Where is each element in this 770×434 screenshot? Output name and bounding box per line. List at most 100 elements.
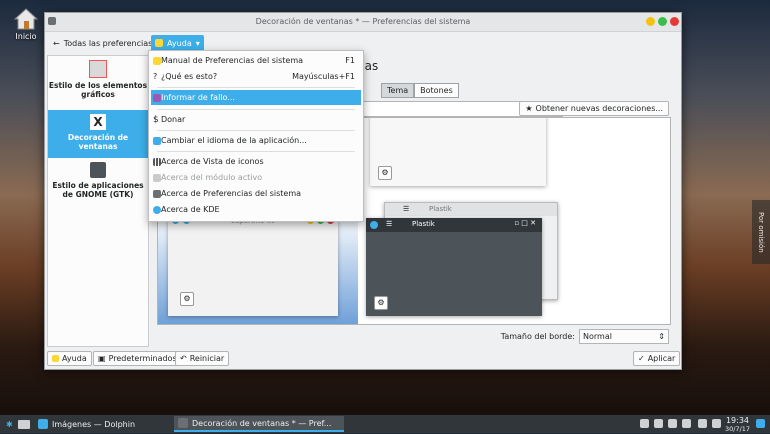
back-button[interactable]: ← Todas las preferencias bbox=[49, 35, 156, 51]
preview-titlebar: ☰ Plastik bbox=[385, 203, 557, 216]
tray-expand-icon[interactable] bbox=[712, 419, 721, 428]
tab-bar: Tema Botones bbox=[381, 83, 459, 98]
document-icon: ▣ bbox=[98, 354, 106, 363]
tab-theme[interactable]: Tema bbox=[381, 83, 415, 98]
settings-app-icon bbox=[153, 189, 161, 198]
menu-item-label: Acerca de KDE bbox=[161, 205, 220, 214]
grid-icon bbox=[153, 157, 161, 166]
help-menu-button[interactable]: Ayuda ▾ bbox=[151, 35, 204, 51]
preview-plastik[interactable]: ☰ Plastik ▫ □ ✕ ⚙ bbox=[366, 218, 542, 316]
menu-shortcut: F1 bbox=[345, 56, 355, 65]
module-icon bbox=[153, 173, 161, 182]
arrow-left-icon: ← bbox=[53, 38, 60, 48]
sidebar-item-label: Estilo de los elementos gráficos bbox=[48, 81, 148, 99]
menu-item-report-bug[interactable]: Informar de fallo... bbox=[151, 90, 361, 105]
clock-time: 19:34 bbox=[725, 416, 749, 425]
home-icon-label: Inicio bbox=[15, 32, 37, 41]
menu-item-label: ¿Qué es esto? bbox=[161, 72, 218, 81]
kde-launcher-icon: ✱ bbox=[6, 419, 13, 429]
reset-button[interactable]: ↶ Reiniciar bbox=[175, 351, 230, 366]
task-label: Imágenes — Dolphin bbox=[52, 419, 136, 429]
menu-item-label: Manual de Preferencias del sistema bbox=[161, 56, 304, 65]
menu-item-label: Acerca de Preferencias del sistema bbox=[161, 189, 302, 198]
menu-item-manual[interactable]: Manual de Preferencias del sistema F1 bbox=[151, 53, 361, 68]
home-icon bbox=[14, 8, 38, 30]
clock[interactable]: 19:34 30/7/17 bbox=[725, 416, 750, 434]
bug-icon bbox=[153, 93, 161, 102]
close-button[interactable] bbox=[670, 17, 679, 26]
home-desktop-icon[interactable]: Inicio bbox=[8, 8, 44, 41]
defaults-label: Predeterminados bbox=[108, 354, 177, 363]
bluetooth-icon[interactable] bbox=[640, 419, 649, 428]
lightbulb-icon bbox=[153, 56, 161, 65]
gear-icon[interactable]: ⚙ bbox=[180, 292, 194, 306]
preview-top[interactable]: ⚙ bbox=[370, 118, 546, 186]
task-system-settings[interactable]: Decoración de ventanas * — Pref... bbox=[174, 416, 344, 432]
tab-buttons[interactable]: Botones bbox=[414, 83, 459, 98]
sidebar-item-gtk[interactable]: Estilo de aplicaciones de GNOME (GTK) bbox=[48, 158, 148, 206]
side-panel-tab[interactable]: Por omisión bbox=[752, 200, 770, 264]
border-size-value: Normal bbox=[583, 332, 612, 341]
sidebar-item-label: Decoración de ventanas bbox=[67, 133, 129, 151]
menu-item-donate[interactable]: $ Donar bbox=[151, 112, 361, 127]
preview-titlebar: ☰ Plastik ▫ □ ✕ bbox=[366, 218, 542, 232]
reset-label: Reiniciar bbox=[189, 354, 225, 363]
menu-item-about-system-settings[interactable]: Acerca de Preferencias del sistema bbox=[151, 186, 361, 201]
language-icon bbox=[153, 136, 161, 145]
get-new-decorations-button[interactable]: ★ Obtener nuevas decoraciones... bbox=[519, 101, 669, 116]
button-bar: Ayuda ▣ Predeterminados ↶ Reiniciar ✓ Ap… bbox=[45, 347, 681, 369]
menu-item-whats-this[interactable]: ? ¿Qué es esto? Mayúsculas+F1 bbox=[151, 69, 361, 84]
border-size-label: Tamaño del borde: bbox=[500, 332, 575, 341]
help-dropdown-menu: Manual de Preferencias del sistema F1 ? … bbox=[148, 50, 364, 222]
menu-item-switch-language[interactable]: Cambiar el idioma de la aplicación... bbox=[151, 133, 361, 148]
help-button[interactable]: Ayuda bbox=[47, 351, 92, 366]
border-size-combo[interactable]: Normal ⇕ bbox=[579, 329, 669, 344]
lightbulb-icon bbox=[155, 39, 163, 47]
widget-style-icon bbox=[89, 60, 107, 78]
back-label: Todas las preferencias bbox=[63, 38, 153, 48]
minimize-button[interactable] bbox=[646, 17, 655, 26]
sidebar-item-window-decoration[interactable]: X Decoración de ventanas bbox=[48, 110, 148, 158]
kde-icon bbox=[153, 205, 161, 214]
dolphin-icon bbox=[38, 419, 48, 429]
app-icon: ☰ bbox=[403, 205, 410, 213]
menu-shortcut: Mayúsculas+F1 bbox=[292, 72, 355, 81]
wifi-icon[interactable] bbox=[654, 419, 663, 428]
question-icon: ? bbox=[153, 71, 158, 81]
task-dolphin[interactable]: Imágenes — Dolphin bbox=[34, 416, 178, 432]
menu-item-label: Cambiar el idioma de la aplicación... bbox=[161, 136, 307, 145]
preview-name: Plastik bbox=[429, 205, 452, 213]
menu-separator bbox=[157, 87, 355, 88]
menu-item-about-active-module: Acerca del módulo activo bbox=[151, 170, 361, 185]
desktop-icon bbox=[18, 419, 30, 429]
check-icon: ✓ bbox=[638, 354, 645, 363]
maximize-button[interactable] bbox=[658, 17, 667, 26]
show-desktop-button[interactable] bbox=[14, 416, 34, 432]
preview-name: Plastik bbox=[412, 220, 435, 228]
star-icon: ★ bbox=[525, 104, 533, 113]
gtk-icon bbox=[90, 162, 106, 178]
menu-item-about-icon-view[interactable]: Acerca de Vista de iconos bbox=[151, 154, 361, 169]
window-controls-icon: ▫ □ ✕ bbox=[514, 219, 536, 227]
apply-button[interactable]: ✓ Aplicar bbox=[633, 351, 681, 366]
defaults-button[interactable]: ▣ Predeterminados bbox=[93, 351, 182, 366]
window-x-icon: X bbox=[90, 114, 106, 130]
help-label: Ayuda bbox=[167, 38, 192, 48]
settings-app-icon bbox=[178, 418, 188, 428]
menu-item-about-kde[interactable]: Acerca de KDE bbox=[151, 202, 361, 217]
gear-icon[interactable]: ⚙ bbox=[378, 166, 392, 180]
dollar-icon: $ bbox=[153, 114, 159, 125]
volume-icon[interactable] bbox=[668, 419, 677, 428]
preview-cupertino-kv[interactable]: cupertino-kv ⚙ bbox=[168, 214, 338, 316]
menu-item-label: Informar de fallo... bbox=[161, 93, 235, 102]
battery-icon[interactable] bbox=[682, 419, 691, 428]
task-label: Decoración de ventanas * — Pref... bbox=[192, 418, 332, 428]
window-titlebar[interactable]: Decoración de ventanas * — Preferencias … bbox=[45, 13, 681, 32]
sidebar-item-widget-style[interactable]: Estilo de los elementos gráficos bbox=[48, 56, 148, 110]
panel-toolbox-icon[interactable] bbox=[756, 419, 765, 428]
network-icon[interactable] bbox=[698, 419, 707, 428]
taskbar: ✱ Imágenes — Dolphin Decoración de venta… bbox=[0, 415, 770, 433]
gear-icon[interactable]: ⚙ bbox=[374, 296, 388, 310]
menu-separator bbox=[157, 109, 355, 110]
undo-icon: ↶ bbox=[180, 354, 187, 363]
